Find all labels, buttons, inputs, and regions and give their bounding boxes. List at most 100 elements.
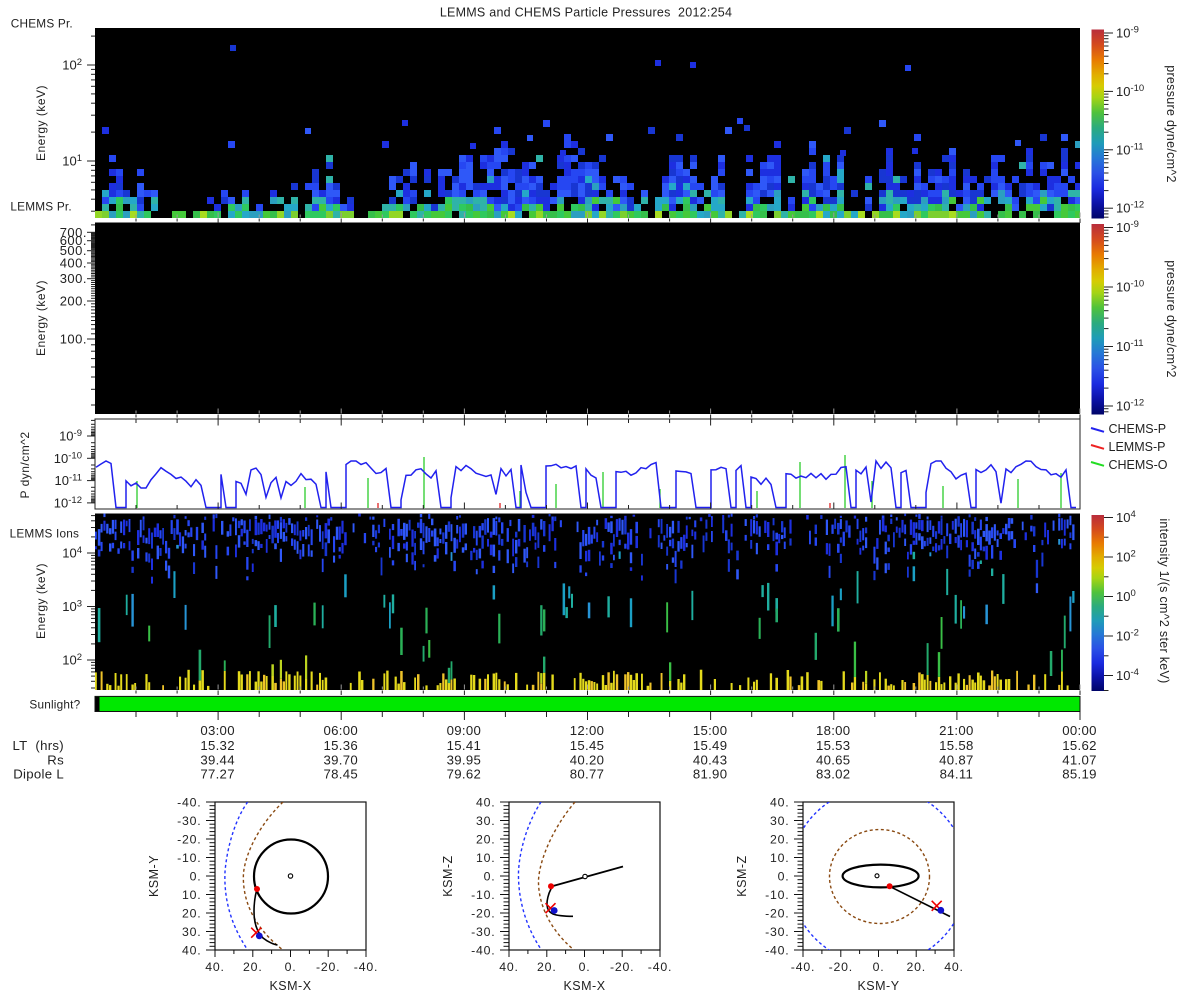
svg-text:84.11: 84.11	[940, 766, 974, 781]
svg-text:06:00: 06:00	[324, 723, 359, 738]
svg-text:15.36: 15.36	[324, 738, 359, 753]
svg-text:-20.: -20.	[316, 960, 340, 974]
svg-text:LT (hrs): LT (hrs)	[12, 738, 64, 753]
svg-text:20.: 20.	[476, 833, 496, 847]
svg-text:0.: 0.	[190, 870, 202, 884]
svg-text:40.: 40.	[499, 960, 519, 974]
svg-text:77.27: 77.27	[200, 766, 235, 781]
svg-text:-20.: -20.	[471, 907, 495, 921]
svg-text:-30.: -30.	[177, 814, 201, 828]
svg-text:40.87: 40.87	[939, 752, 974, 767]
svg-text:10.: 10.	[476, 851, 496, 865]
svg-text:Energy (keV): Energy (keV)	[34, 85, 48, 161]
svg-text:-40.: -40.	[791, 960, 815, 974]
svg-text:KSM-X: KSM-X	[563, 979, 605, 993]
svg-text:CHEMS Pr.: CHEMS Pr.	[11, 17, 73, 31]
svg-text:40.: 40.	[944, 960, 964, 974]
svg-text:P dyn/cm^2: P dyn/cm^2	[18, 431, 32, 498]
svg-text:0.: 0.	[484, 870, 496, 884]
svg-text:40.: 40.	[476, 796, 496, 810]
svg-text:-10.: -10.	[765, 888, 789, 902]
svg-text:12:00: 12:00	[570, 723, 605, 738]
svg-text:-20.: -20.	[765, 907, 789, 921]
svg-text:40.43: 40.43	[693, 752, 728, 767]
svg-text:15:00: 15:00	[693, 723, 728, 738]
svg-text:20.: 20.	[906, 960, 926, 974]
svg-text:20.: 20.	[182, 907, 202, 921]
svg-text:-20.: -20.	[177, 833, 201, 847]
svg-text:-40.: -40.	[648, 960, 672, 974]
svg-text:39.70: 39.70	[324, 752, 359, 767]
svg-text:21:00: 21:00	[939, 723, 974, 738]
svg-text:40.: 40.	[770, 796, 790, 810]
svg-text:15.32: 15.32	[200, 738, 235, 753]
svg-text:15.58: 15.58	[939, 738, 974, 753]
svg-text:39.95: 39.95	[447, 752, 482, 767]
svg-text:00:00: 00:00	[1062, 723, 1097, 738]
svg-text:Rs: Rs	[47, 752, 64, 767]
svg-text:CHEMS-O: CHEMS-O	[1109, 458, 1168, 472]
svg-text:80.77: 80.77	[570, 766, 605, 781]
svg-text:-40.: -40.	[765, 944, 789, 958]
svg-text:KSM-Z: KSM-Z	[735, 855, 749, 896]
svg-text:40.20: 40.20	[570, 752, 605, 767]
svg-text:-20.: -20.	[610, 960, 634, 974]
svg-text:-40.: -40.	[177, 796, 201, 810]
svg-text:pressure dyne/cm^2: pressure dyne/cm^2	[1164, 260, 1178, 378]
svg-text:15.45: 15.45	[570, 738, 605, 753]
svg-text:30.: 30.	[182, 925, 202, 939]
svg-text:20.: 20.	[537, 960, 557, 974]
svg-text:LEMMS and CHEMS Particle Press: LEMMS and CHEMS Particle Pressures 2012:…	[440, 6, 732, 20]
svg-text:39.44: 39.44	[200, 752, 235, 767]
svg-text:KSM-Z: KSM-Z	[441, 855, 455, 896]
svg-text:30.: 30.	[476, 814, 496, 828]
svg-text:Sunlight?: Sunlight?	[29, 698, 80, 712]
svg-text:700.: 700.	[60, 225, 87, 240]
svg-text:15.49: 15.49	[693, 738, 728, 753]
svg-text:pressure dyne/cm^2: pressure dyne/cm^2	[1164, 65, 1178, 183]
svg-text:-40.: -40.	[471, 944, 495, 958]
svg-text:18:00: 18:00	[816, 723, 851, 738]
svg-text:LEMMS-P: LEMMS-P	[1109, 440, 1166, 454]
svg-text:-30.: -30.	[471, 925, 495, 939]
svg-text:30.: 30.	[770, 814, 790, 828]
svg-text:Dipole L: Dipole L	[13, 766, 64, 781]
svg-text:0.: 0.	[778, 870, 790, 884]
svg-text:-40.: -40.	[354, 960, 378, 974]
svg-text:85.19: 85.19	[1062, 766, 1097, 781]
svg-text:100.: 100.	[60, 332, 87, 347]
svg-text:10.: 10.	[770, 851, 790, 865]
svg-text:83.02: 83.02	[816, 766, 851, 781]
svg-text:-10.: -10.	[177, 851, 201, 865]
svg-text:Energy (keV): Energy (keV)	[34, 563, 48, 639]
svg-text:78.45: 78.45	[324, 766, 359, 781]
svg-text:LEMMS Ions: LEMMS Ions	[10, 527, 80, 541]
svg-text:40.: 40.	[182, 944, 202, 958]
svg-text:intensity 1/(s cm^2 ster keV): intensity 1/(s cm^2 ster keV)	[1157, 518, 1171, 683]
svg-text:300.: 300.	[60, 271, 87, 286]
svg-text:20.: 20.	[243, 960, 263, 974]
svg-text:0.: 0.	[285, 960, 297, 974]
svg-text:10.: 10.	[182, 888, 202, 902]
svg-text:0.: 0.	[873, 960, 885, 974]
svg-text:81.90: 81.90	[693, 766, 728, 781]
svg-text:09:00: 09:00	[447, 723, 482, 738]
svg-text:-10.: -10.	[471, 888, 495, 902]
svg-text:03:00: 03:00	[200, 723, 235, 738]
svg-text:15.62: 15.62	[1062, 738, 1097, 753]
svg-text:-20.: -20.	[829, 960, 853, 974]
svg-text:KSM-Y: KSM-Y	[147, 855, 161, 897]
svg-text:Energy (keV): Energy (keV)	[34, 280, 48, 356]
svg-text:40.65: 40.65	[816, 752, 851, 767]
svg-text:15.53: 15.53	[816, 738, 851, 753]
svg-text:KSM-X: KSM-X	[269, 979, 311, 993]
svg-text:79.62: 79.62	[447, 766, 482, 781]
svg-text:0.: 0.	[579, 960, 591, 974]
svg-text:CHEMS-P: CHEMS-P	[1109, 422, 1167, 436]
svg-text:200.: 200.	[60, 294, 87, 309]
svg-text:40.: 40.	[205, 960, 225, 974]
svg-text:20.: 20.	[770, 833, 790, 847]
svg-text:-30.: -30.	[765, 925, 789, 939]
svg-text:KSM-Y: KSM-Y	[857, 979, 899, 993]
svg-text:LEMMS Pr.: LEMMS Pr.	[10, 200, 71, 214]
